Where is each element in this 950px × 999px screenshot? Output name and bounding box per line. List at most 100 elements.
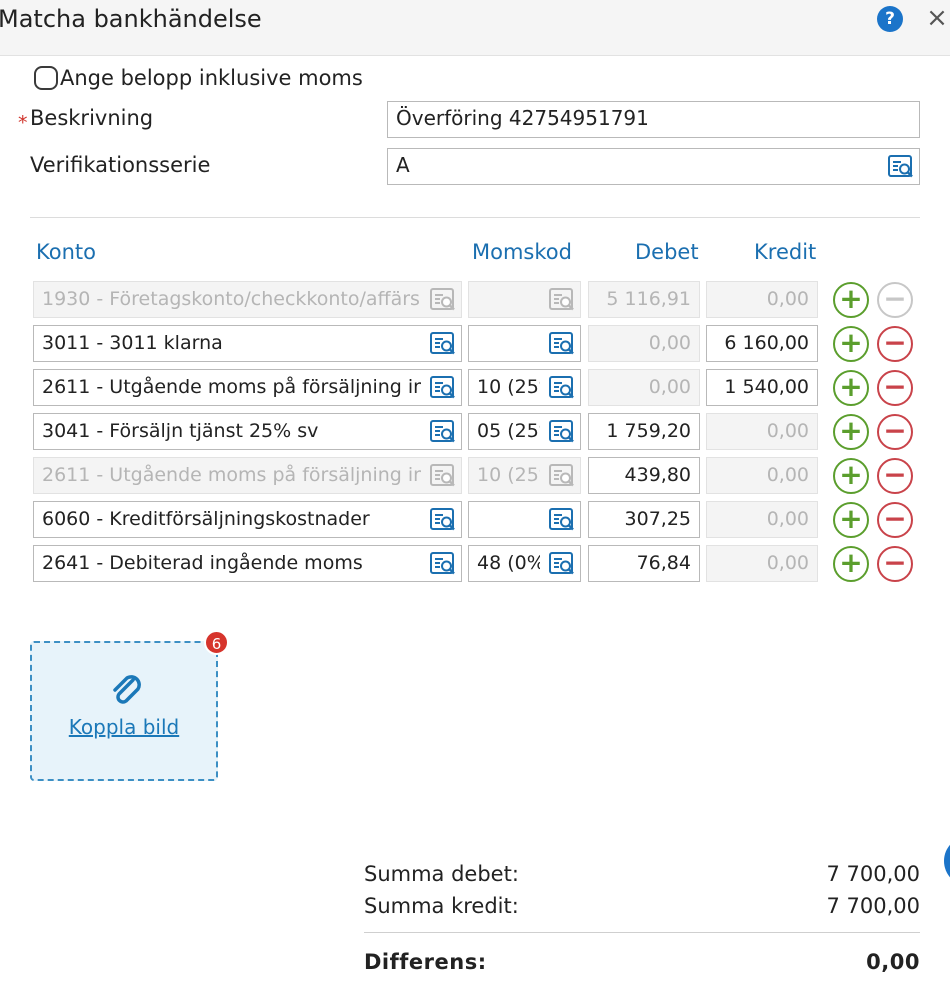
account-value: 2611 - Utgående moms på försäljning inom…	[42, 464, 421, 486]
credit-field[interactable]: 6 160,00	[706, 325, 818, 362]
account-lookup-icon[interactable]	[430, 552, 456, 576]
remove-row-button[interactable]: −	[877, 326, 913, 362]
account-lookup-icon	[430, 464, 455, 487]
account-field: 1930 - Företagskonto/checkkonto/affärsko…	[33, 281, 462, 318]
col-header-account: Konto	[36, 240, 96, 264]
add-row-button[interactable]: +	[833, 370, 869, 406]
include-vat-checkbox[interactable]	[34, 66, 58, 90]
account-lookup-icon[interactable]	[430, 420, 456, 444]
debit-field[interactable]: 307,25	[588, 501, 700, 538]
difference-value: 0,00	[866, 950, 920, 974]
description-input[interactable]: Överföring 42754951791	[387, 101, 920, 138]
account-field[interactable]: 2641 - Debiterad ingående moms	[33, 545, 462, 582]
vat-code-value: 10 (25%)	[477, 464, 540, 486]
include-vat-option[interactable]: Ange belopp inklusive moms	[34, 64, 363, 92]
account-value: 1930 - Företagskonto/checkkonto/affärsko…	[42, 288, 421, 310]
vat-code-lookup-icon	[549, 288, 574, 311]
credit-field: 0,00	[706, 413, 818, 450]
sum-credit-label: Summa kredit:	[364, 894, 519, 918]
summary-divider	[364, 932, 920, 933]
credit-field: 0,00	[706, 545, 818, 582]
remove-row-button[interactable]: −	[877, 370, 913, 406]
section-divider	[30, 217, 920, 218]
table-row: 3011 - 3011 klarna 0,00 6 160,00 + −	[0, 325, 950, 365]
paperclip-icon	[113, 675, 141, 704]
vat-code-field[interactable]: 48 (0%)	[468, 545, 581, 582]
series-label: Verifikationsserie	[30, 153, 211, 177]
vat-code-lookup-icon[interactable]	[549, 420, 575, 444]
description-label: Beskrivning	[30, 106, 154, 130]
account-field[interactable]: 3041 - Försäljn tjänst 25% sv	[33, 413, 462, 450]
remove-row-button[interactable]: −	[877, 458, 913, 494]
add-row-button[interactable]: +	[833, 458, 869, 494]
account-value: 3011 - 3011 klarna	[42, 332, 223, 354]
remove-row-button[interactable]: −	[877, 414, 913, 450]
table-row: 6060 - Kreditförsäljningskostnader 307,25…	[0, 501, 950, 541]
vat-code-field[interactable]: 05 (25%)	[468, 413, 581, 450]
vat-code-field[interactable]	[468, 501, 581, 538]
col-header-credit: Kredit	[754, 240, 817, 264]
attach-image-dropzone[interactable]: Koppla bild	[30, 641, 218, 781]
sum-debit-label: Summa debet:	[364, 862, 519, 886]
credit-field: 0,00	[706, 501, 818, 538]
sum-credit-value: 7 700,00	[826, 894, 920, 918]
add-row-button[interactable]: +	[833, 546, 869, 582]
account-field[interactable]: 6060 - Kreditförsäljningskostnader	[33, 501, 462, 538]
remove-row-button[interactable]: −	[877, 546, 913, 582]
account-field[interactable]: 3011 - 3011 klarna	[33, 325, 462, 362]
help-icon[interactable]: ?	[877, 6, 903, 32]
dialog-header: Matcha bankhändelse ? ×	[0, 0, 950, 56]
col-header-debit: Debet	[635, 240, 699, 264]
credit-field[interactable]: 1 540,00	[706, 369, 818, 406]
debit-field: 0,00	[588, 325, 700, 362]
account-lookup-icon[interactable]	[430, 508, 456, 532]
col-header-vat-code: Momskod	[472, 240, 572, 264]
close-icon[interactable]: ×	[924, 2, 950, 34]
add-row-button[interactable]: +	[833, 326, 869, 362]
credit-field: 0,00	[706, 281, 818, 318]
vat-code-lookup-icon[interactable]	[549, 552, 575, 576]
vat-code-lookup-icon[interactable]	[549, 376, 575, 400]
vat-code-value: 05 (25%)	[477, 420, 540, 442]
account-lookup-icon[interactable]	[430, 332, 456, 356]
table-row: 3041 - Försäljn tjänst 25% sv 05 (25%) 1 7…	[0, 413, 950, 453]
account-value: 3041 - Försäljn tjänst 25% sv	[42, 420, 319, 442]
add-row-button[interactable]: +	[833, 282, 869, 318]
remove-row-button: −	[877, 282, 913, 318]
debit-field[interactable]: 439,80	[588, 457, 700, 494]
sum-debit-value: 7 700,00	[826, 862, 920, 886]
floating-action-button[interactable]	[944, 836, 950, 886]
account-field: 2611 - Utgående moms på försäljning inom…	[33, 457, 462, 494]
account-value: 2641 - Debiterad ingående moms	[42, 552, 363, 574]
series-value: A	[396, 153, 410, 177]
debit-field: 5 116,91	[588, 281, 700, 318]
account-lookup-icon	[430, 288, 455, 311]
required-marker: *	[18, 112, 28, 134]
attachment-count-badge: 6	[204, 630, 229, 655]
debit-field[interactable]: 1 759,20	[588, 413, 700, 450]
vat-code-lookup-icon[interactable]	[549, 508, 575, 532]
series-lookup-icon[interactable]	[888, 155, 914, 179]
vat-code-field[interactable]	[468, 325, 581, 362]
table-row: 2641 - Debiterad ingående moms 48 (0%) 76,…	[0, 545, 950, 585]
vat-code-value: 48 (0%)	[477, 552, 540, 574]
account-value: 2611 - Utgående moms på försäljning inom…	[42, 376, 421, 398]
table-row: 1930 - Företagskonto/checkkonto/affärsko…	[0, 281, 950, 321]
debit-field: 0,00	[588, 369, 700, 406]
add-row-button[interactable]: +	[833, 502, 869, 538]
account-lookup-icon[interactable]	[430, 376, 456, 400]
debit-field[interactable]: 76,84	[588, 545, 700, 582]
account-field[interactable]: 2611 - Utgående moms på försäljning inom…	[33, 369, 462, 406]
vat-code-lookup-icon[interactable]	[549, 332, 575, 356]
vat-code-field[interactable]: 10 (25%)	[468, 369, 581, 406]
vat-code-field	[468, 281, 581, 318]
series-input[interactable]: A	[387, 148, 920, 185]
dialog-title: Matcha bankhändelse	[0, 5, 262, 33]
attach-image-link[interactable]: Koppla bild	[32, 715, 216, 739]
remove-row-button[interactable]: −	[877, 502, 913, 538]
vat-code-lookup-icon	[549, 464, 574, 487]
add-row-button[interactable]: +	[833, 414, 869, 450]
vat-code-field: 10 (25%)	[468, 457, 581, 494]
include-vat-label: Ange belopp inklusive moms	[60, 66, 363, 90]
vat-code-value: 10 (25%)	[477, 376, 540, 398]
